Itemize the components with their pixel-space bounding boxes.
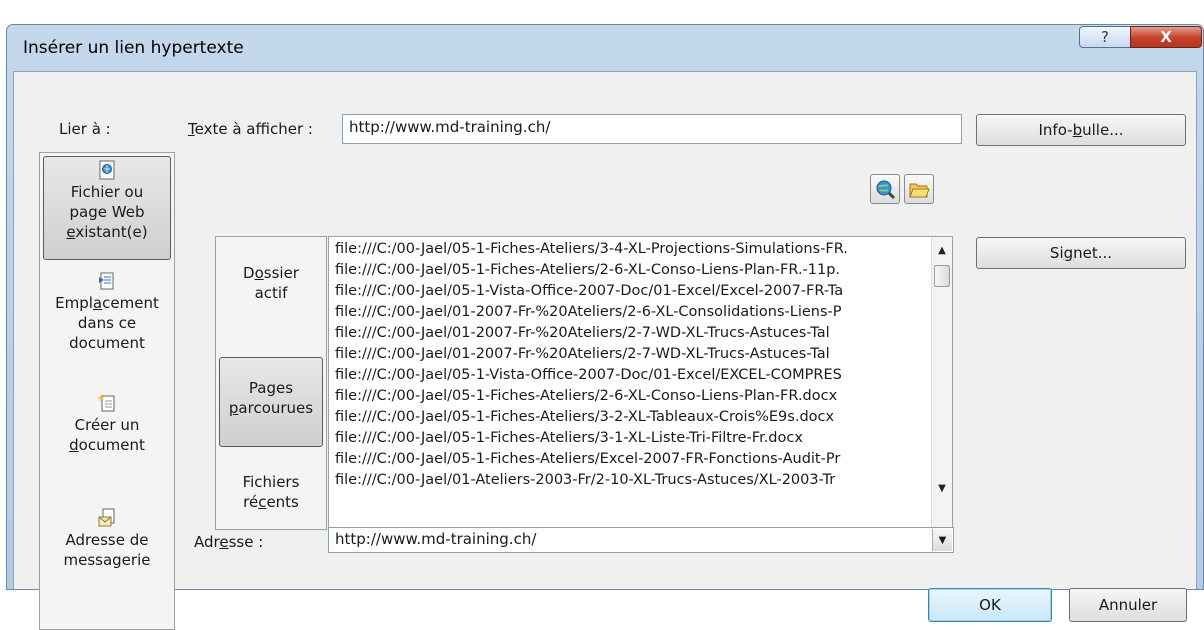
tab-current-folder-label-1: Dossier [243,264,299,282]
list-item[interactable]: file:///C:/00-Jael/01-2007-Fr-%20Atelier… [335,344,933,365]
list-item[interactable]: file:///C:/00-Jael/05-1-Fiches-Ateliers/… [335,260,933,281]
email-icon [98,508,115,527]
tab-browsed-pages[interactable]: Pages parcourues [219,357,323,447]
title-bar: Insérer un lien hypertexte ? X [7,25,1203,71]
text-to-display-label: Texte à afficher : [188,120,313,138]
tab-recent-files-label-2: récents [243,493,299,511]
tab-browsed-pages-label-1: Pages [248,379,294,397]
close-icon: X [1160,28,1172,46]
address-label: Adresse : [194,533,264,551]
help-icon: ? [1101,28,1109,46]
address-value: http://www.md-training.ch/ [335,530,537,548]
scroll-down-icon[interactable]: ▼ [934,481,950,497]
scroll-up-icon[interactable]: ▲ [934,243,950,259]
text-to-display-input[interactable]: http://www.md-training.ch/ [342,114,962,144]
tab-recent-files[interactable]: Fichiers récents [219,472,323,512]
ok-button[interactable]: OK [928,588,1052,622]
help-button[interactable]: ? [1079,26,1131,48]
cancel-button[interactable]: Annuler [1069,588,1187,622]
close-button[interactable]: X [1130,26,1202,48]
link-to-existing-file[interactable]: Fichier ou page Web existant(e) [43,156,171,260]
web-file-icon [99,160,115,180]
tab-current-folder-label-2: actif [254,284,288,302]
list-item[interactable]: file:///C:/00-Jael/05-1-Vista-Office-200… [335,365,933,386]
bookmark-button[interactable]: Signet... [976,237,1186,269]
tooltip-button-label: Info-bulle... [1038,121,1124,139]
new-document-icon [97,394,115,412]
list-item[interactable]: file:///C:/00-Jael/05-1-Vista-Office-200… [335,281,933,302]
look-in-tabs: Dossier actif Pages parcourues Fichiers … [215,236,327,530]
bookmark-button-label: Signet... [1049,244,1113,262]
dialog-title: Insérer un lien hypertexte [23,38,244,58]
tab-browsed-pages-label-2: parcourues [228,399,314,417]
browse-web-button[interactable] [870,174,900,204]
link-to-place-label-3: document [69,334,145,352]
document-place-icon [99,272,114,290]
list-item[interactable]: file:///C:/00-Jael/05-1-Fiches-Ateliers/… [335,428,933,449]
tab-current-folder[interactable]: Dossier actif [219,263,323,303]
link-to-existing-file-label-3: existant(e) [66,223,148,241]
link-to-new-document[interactable]: Créer un document [43,393,171,455]
list-item[interactable]: file:///C:/00-Jael/01-2007-Fr-%20Atelier… [335,302,933,323]
list-item[interactable]: file:///C:/00-Jael/01-2007-Fr-%20Atelier… [335,323,933,344]
list-item[interactable]: file:///C:/00-Jael/05-1-Fiches-Ateliers/… [335,449,933,470]
list-item[interactable]: file:///C:/00-Jael/01-Ateliers-2003-Fr/2… [335,470,933,491]
browse-file-button[interactable] [904,174,934,204]
link-to-existing-file-label-1: Fichier ou [70,183,144,201]
link-to-email-label-1: Adresse de [65,531,149,549]
list-item[interactable]: file:///C:/00-Jael/05-1-Fiches-Ateliers/… [335,239,933,260]
list-item[interactable]: file:///C:/00-Jael/05-1-Fiches-Ateliers/… [335,386,933,407]
browse-file-icon [909,183,930,198]
link-to-new-document-label-2: document [69,436,145,454]
link-to-existing-file-label-2: page Web [69,203,145,221]
link-to-place-in-document[interactable]: Emplacement dans ce document [43,271,171,353]
link-to-bar: Fichier ou page Web existant(e) Emplacem… [39,152,175,630]
link-to-place-label-1: Emplacement [55,294,159,312]
address-combobox[interactable]: http://www.md-training.ch/ ▼ [328,527,954,553]
link-to-new-document-label-1: Créer un [74,416,140,434]
list-item[interactable]: file:///C:/00-Jael/05-1-Fiches-Ateliers/… [335,407,933,428]
browse-web-icon [876,180,896,200]
tab-recent-files-label-1: Fichiers [242,473,300,491]
chevron-down-icon[interactable]: ▼ [932,529,952,551]
link-to-label: Lier à : [59,120,111,138]
tooltip-button[interactable]: Info-bulle... [976,114,1186,146]
link-to-place-label-2: dans ce [77,314,137,332]
dialog-body: Lier à : Fichier ou page Web existant(e) [13,71,1197,630]
file-list[interactable]: file:///C:/00-Jael/05-1-Fiches-Ateliers/… [328,236,953,530]
scroll-thumb[interactable] [934,265,950,287]
link-to-email-label-2: messagerie [63,551,151,569]
hyperlink-dialog: Insérer un lien hypertexte ? X Lier à : … [6,24,1204,630]
link-to-email[interactable]: Adresse de messagerie [43,508,171,570]
file-list-scrollbar[interactable]: ▲ ▼ [931,237,952,529]
